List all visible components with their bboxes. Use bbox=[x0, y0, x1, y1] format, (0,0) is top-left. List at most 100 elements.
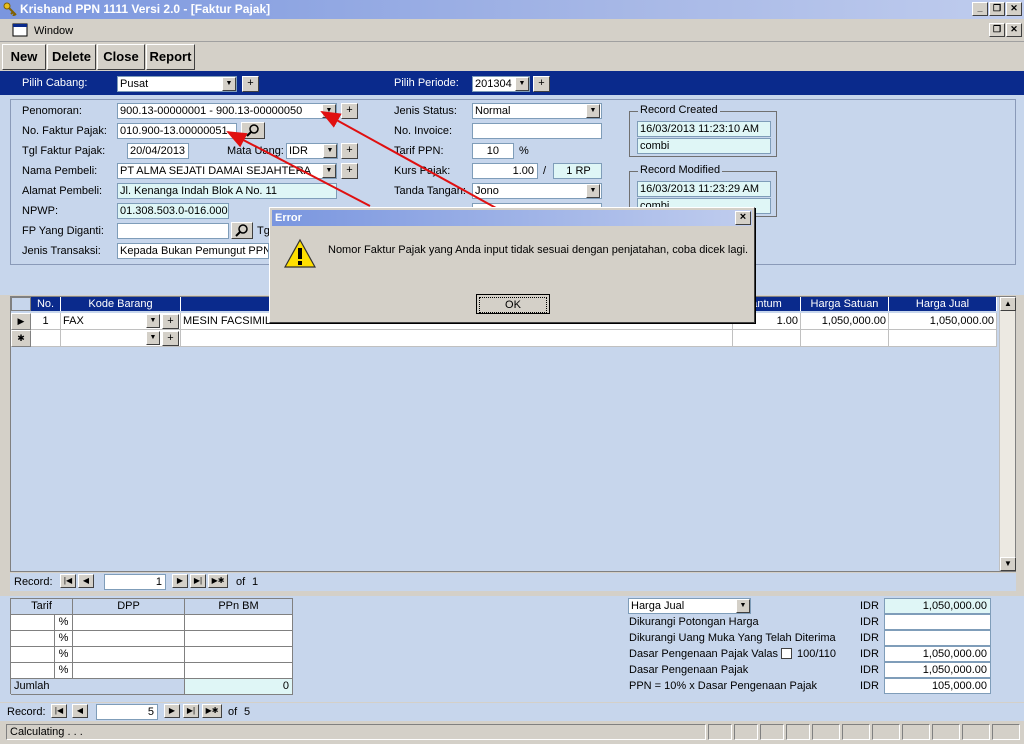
chevron-down-icon[interactable]: ▼ bbox=[323, 144, 337, 158]
fp-input[interactable] bbox=[117, 223, 229, 239]
uang-muka-input[interactable] bbox=[884, 630, 991, 646]
potongan-input[interactable] bbox=[884, 614, 991, 630]
cabang-select[interactable]: Pusat bbox=[117, 76, 237, 92]
status-cell bbox=[812, 724, 840, 740]
tarif-input[interactable]: 10 bbox=[472, 143, 514, 159]
first-record-icon[interactable]: |◀ bbox=[60, 574, 76, 588]
penomoran-add-button[interactable]: + bbox=[341, 103, 358, 119]
chevron-down-icon[interactable]: ▼ bbox=[586, 104, 600, 118]
ppn-label: PPN = 10% x Dasar Pengenaan Pajak bbox=[629, 680, 818, 692]
totals-panel: Tarif DPP PPn BM % % % % Jumlah 0 Harga … bbox=[0, 596, 1024, 702]
dpp-value[interactable]: 1,050,000.00 bbox=[884, 662, 991, 678]
periode-add-button[interactable]: + bbox=[533, 76, 550, 92]
mata-add-button[interactable]: + bbox=[341, 143, 358, 159]
tgl-input[interactable]: 20/04/2013 bbox=[127, 143, 189, 159]
close-button[interactable]: Close bbox=[97, 44, 145, 70]
tax-cell[interactable] bbox=[185, 631, 293, 647]
invoice-input[interactable] bbox=[472, 123, 602, 139]
ttd-select[interactable]: Jono bbox=[472, 183, 602, 199]
penomoran-select[interactable]: 900.13-00000001 - 900.13-00000050 bbox=[117, 103, 337, 119]
first-record-icon[interactable]: |◀ bbox=[51, 704, 67, 718]
tax-cell[interactable] bbox=[11, 647, 55, 663]
grid-scrollbar[interactable]: ▲ ▼ bbox=[999, 297, 1016, 571]
new-cell-harga-satuan[interactable] bbox=[801, 330, 889, 347]
scroll-up-icon[interactable]: ▲ bbox=[1000, 297, 1016, 311]
next-record-icon[interactable]: ▶ bbox=[164, 704, 180, 718]
tax-cell[interactable] bbox=[73, 631, 185, 647]
new-cell-kuantum[interactable] bbox=[733, 330, 801, 347]
new-cell-nama[interactable] bbox=[181, 330, 733, 347]
last-record-icon[interactable]: ▶| bbox=[190, 574, 206, 588]
tax-cell[interactable] bbox=[185, 647, 293, 663]
ok-button[interactable]: OK bbox=[476, 294, 550, 314]
new-kode-add-button[interactable]: + bbox=[162, 331, 179, 346]
chevron-down-icon[interactable]: ▼ bbox=[736, 599, 750, 613]
nofaktur-search-button[interactable] bbox=[241, 122, 265, 139]
status-select[interactable]: Normal bbox=[472, 103, 602, 119]
tax-cell[interactable] bbox=[11, 663, 55, 679]
new-row-selector[interactable]: ✱ bbox=[11, 330, 31, 347]
cell-harga-jual[interactable]: 1,050,000.00 bbox=[889, 313, 997, 330]
dpp-valas-value[interactable]: 1,050,000.00 bbox=[884, 646, 991, 662]
scroll-down-icon[interactable]: ▼ bbox=[1000, 557, 1016, 571]
kode-add-button[interactable]: + bbox=[162, 314, 179, 329]
nofaktur-input[interactable]: 010.900-13.00000051 bbox=[117, 123, 237, 139]
ratio-checkbox[interactable] bbox=[781, 648, 792, 659]
record-modified-title: Record Modified bbox=[638, 164, 723, 176]
new-button[interactable]: New bbox=[2, 44, 46, 70]
menu-window[interactable]: Window bbox=[34, 25, 73, 37]
ppn-value[interactable]: 105,000.00 bbox=[884, 678, 991, 694]
new-record-icon[interactable]: ▶✱ bbox=[208, 574, 228, 588]
restore-button[interactable]: ❐ bbox=[989, 2, 1005, 16]
main-nav-label: Record: bbox=[7, 706, 46, 718]
new-record-icon[interactable]: ▶✱ bbox=[202, 704, 222, 718]
main-record-input[interactable]: 5 bbox=[96, 704, 158, 720]
row-selector[interactable]: ▶ bbox=[11, 313, 31, 330]
cell-no[interactable]: 1 bbox=[31, 313, 61, 330]
currency-label: IDR bbox=[860, 632, 879, 644]
new-cell-no[interactable] bbox=[31, 330, 61, 347]
tax-cell[interactable] bbox=[11, 631, 55, 647]
tax-cell[interactable] bbox=[73, 647, 185, 663]
transaksi-select[interactable]: Kepada Bukan Pemungut PPN bbox=[117, 243, 269, 259]
last-record-icon[interactable]: ▶| bbox=[183, 704, 199, 718]
tax-cell[interactable] bbox=[73, 615, 185, 631]
status-cell bbox=[760, 724, 784, 740]
tax-cell[interactable] bbox=[185, 615, 293, 631]
chevron-down-icon[interactable]: ▼ bbox=[146, 331, 160, 345]
title-bar: Krishand PPN 1111 Versi 2.0 - [Faktur Pa… bbox=[0, 0, 1024, 19]
prev-record-icon[interactable]: ◀ bbox=[78, 574, 94, 588]
kurs-input[interactable]: 1.00 bbox=[472, 163, 538, 179]
basis-select[interactable]: Harga Jual bbox=[628, 598, 751, 614]
next-record-icon[interactable]: ▶ bbox=[172, 574, 188, 588]
status-label: Jenis Status: bbox=[394, 105, 457, 117]
chevron-down-icon[interactable]: ▼ bbox=[322, 104, 336, 118]
main-nav-of: of bbox=[228, 706, 238, 718]
tax-cell[interactable] bbox=[73, 663, 185, 679]
chevron-down-icon[interactable]: ▼ bbox=[222, 77, 236, 91]
dialog-close-button[interactable]: × bbox=[735, 211, 751, 225]
cabang-add-button[interactable]: + bbox=[242, 76, 259, 92]
new-cell-harga-jual[interactable] bbox=[889, 330, 997, 347]
dpp-label: Dasar Pengenaan Pajak bbox=[629, 664, 749, 676]
close-window-button[interactable]: ✕ bbox=[1006, 2, 1022, 16]
pembeli-add-button[interactable]: + bbox=[341, 163, 358, 179]
tax-cell[interactable] bbox=[11, 615, 55, 631]
grid-record-input[interactable]: 1 bbox=[104, 574, 166, 590]
minimize-button[interactable]: _ bbox=[972, 2, 988, 16]
child-close-button[interactable]: ✕ bbox=[1006, 23, 1022, 37]
prev-record-icon[interactable]: ◀ bbox=[72, 704, 88, 718]
cell-harga-satuan[interactable]: 1,050,000.00 bbox=[801, 313, 889, 330]
tax-cell[interactable] bbox=[185, 663, 293, 679]
chevron-down-icon[interactable]: ▼ bbox=[322, 164, 336, 178]
chevron-down-icon[interactable]: ▼ bbox=[586, 184, 600, 198]
chevron-down-icon[interactable]: ▼ bbox=[515, 77, 529, 91]
report-button[interactable]: Report bbox=[146, 44, 195, 70]
pembeli-select[interactable]: PT ALMA SEJATI DAMAI SEJAHTERA bbox=[117, 163, 337, 179]
delete-button[interactable]: Delete bbox=[47, 44, 96, 70]
child-restore-button[interactable]: ❐ bbox=[989, 23, 1005, 37]
fp-search-button[interactable] bbox=[231, 222, 253, 239]
dpp-valas-label: Dasar Pengenaan Pajak Valas bbox=[629, 648, 779, 660]
dialog-message: Nomor Faktur Pajak yang Anda input tidak… bbox=[328, 244, 749, 256]
chevron-down-icon[interactable]: ▼ bbox=[146, 314, 160, 328]
